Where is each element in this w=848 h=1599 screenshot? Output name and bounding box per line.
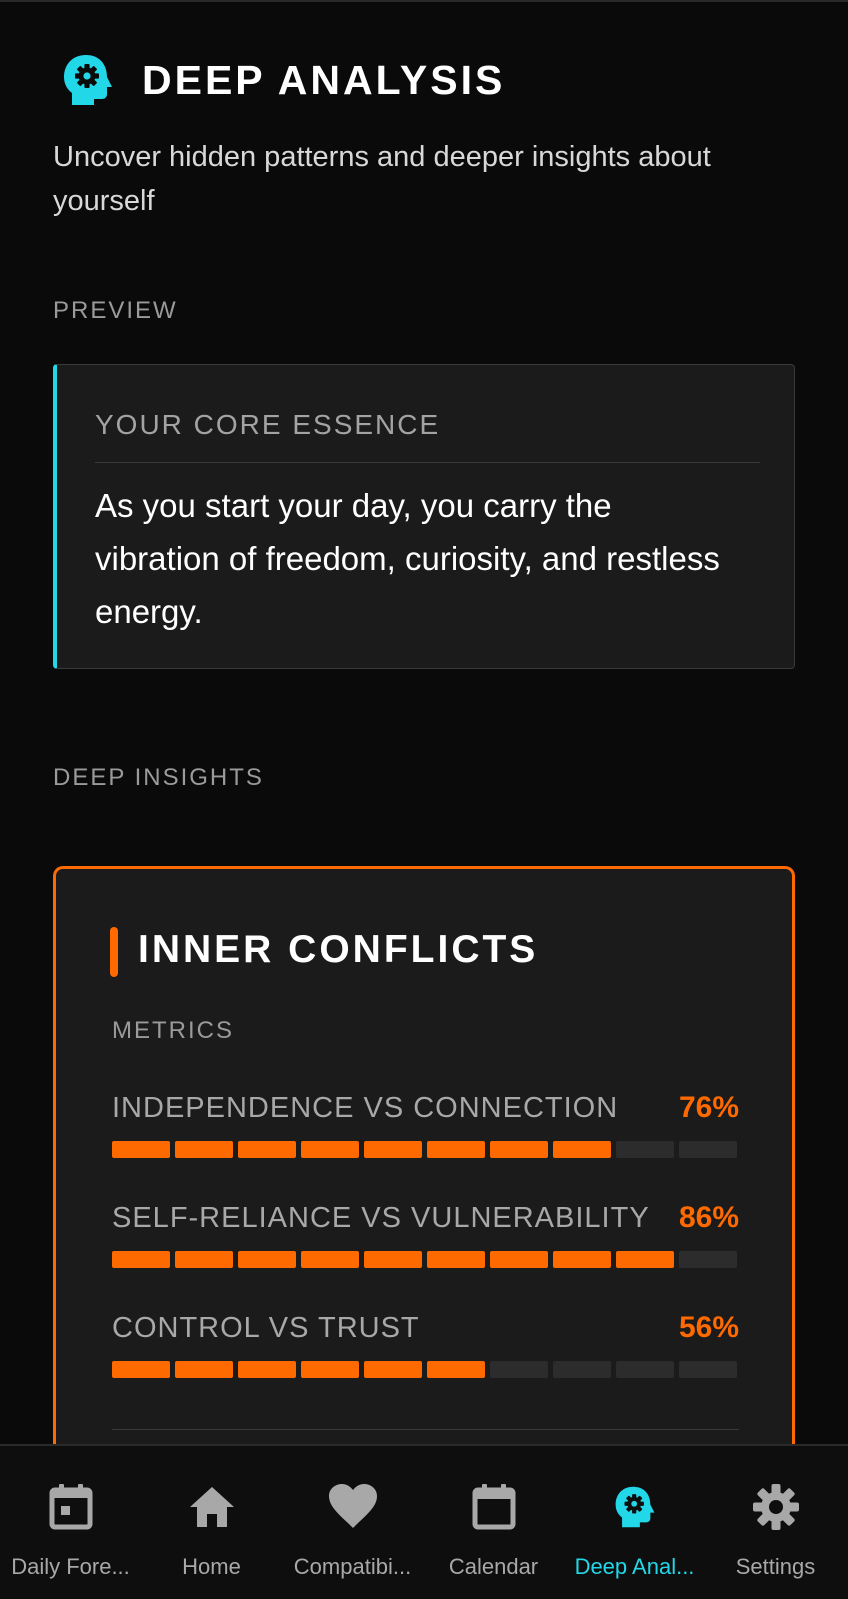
nav-label: Home [182, 1554, 241, 1579]
nav-label: Daily Fore... [11, 1554, 130, 1579]
bar-segment-filled [364, 1141, 422, 1158]
metric-independence-vs-connection: INDEPENDENCE VS CONNECTION 76% [112, 1091, 739, 1159]
nav-item-compatibility[interactable]: Compatibi... [282, 1446, 423, 1599]
bottom-navigation: Daily Fore... Home Compatibi... Calendar… [0, 1444, 848, 1599]
home-icon [189, 1487, 234, 1527]
core-essence-label: YOUR CORE ESSENCE [95, 409, 441, 440]
head-gear-icon [64, 55, 112, 105]
bar-segment-filled [364, 1251, 422, 1268]
bar-segment-empty [679, 1251, 737, 1268]
metrics-label: METRICS [112, 1017, 234, 1044]
bar-segment-filled [112, 1361, 170, 1378]
page-header: DEEP ANALYSIS [62, 52, 505, 108]
bar-segment-empty [616, 1361, 674, 1378]
bar-segment-empty [490, 1361, 548, 1378]
bar-segment-filled [490, 1141, 548, 1158]
page-subtitle: Uncover hidden patterns and deeper insig… [53, 141, 711, 217]
card-bottom-divider [112, 1429, 739, 1430]
bar-segment-filled [112, 1251, 170, 1268]
nav-item-home[interactable]: Home [141, 1446, 282, 1599]
metric-segment-bar [112, 1141, 739, 1159]
metric-value: 86% [678, 1201, 739, 1234]
nav-item-settings[interactable]: Settings [705, 1446, 846, 1599]
top-border [0, 0, 848, 2]
bar-segment-filled [427, 1361, 485, 1378]
deep-analysis-screen: DEEP ANALYSIS Uncover hidden patterns an… [0, 0, 848, 1599]
nav-item-daily-forecast[interactable]: Daily Fore... [0, 1446, 141, 1599]
bar-segment-filled [238, 1251, 296, 1268]
bar-segment-filled [238, 1361, 296, 1378]
metric-segment-bar [112, 1251, 739, 1269]
calendar-day-icon [49, 1484, 92, 1530]
nav-item-calendar[interactable]: Calendar [423, 1446, 564, 1599]
metric-value: 76% [678, 1091, 739, 1124]
nav-label: Compatibi... [293, 1554, 412, 1579]
inner-conflicts-title: INNER CONFLICTS [138, 928, 539, 971]
bar-segment-filled [112, 1141, 170, 1158]
bar-segment-filled [364, 1361, 422, 1378]
bar-segment-filled [616, 1251, 674, 1268]
card-divider [95, 462, 760, 463]
bar-segment-filled [301, 1141, 359, 1158]
bar-segment-empty [679, 1141, 737, 1158]
metric-label: CONTROL VS TRUST [112, 1312, 420, 1344]
bar-segment-empty [553, 1361, 611, 1378]
bar-segment-filled [427, 1141, 485, 1158]
preview-section-label: PREVIEW [53, 297, 178, 324]
metric-self-reliance-vs-vulnerability: SELF-RELIANCE VS VULNERABILITY 86% [112, 1201, 739, 1269]
deep-insights-section-label: DEEP INSIGHTS [53, 764, 264, 791]
bar-segment-filled [553, 1141, 611, 1158]
calendar-icon [472, 1484, 515, 1530]
metric-value: 56% [678, 1311, 739, 1344]
bar-segment-empty [616, 1141, 674, 1158]
core-essence-text: As you start your day, you carry the vib… [95, 487, 720, 630]
nav-label: Calendar [448, 1554, 539, 1579]
bar-segment-filled [175, 1141, 233, 1158]
nav-item-deep-analysis[interactable]: Deep Anal... [564, 1446, 705, 1599]
bar-segment-filled [427, 1251, 485, 1268]
bar-segment-filled [238, 1141, 296, 1158]
bar-segment-filled [175, 1251, 233, 1268]
inner-conflicts-card[interactable]: INNER CONFLICTS METRICS INDEPENDENCE VS … [53, 866, 795, 1486]
page-title: DEEP ANALYSIS [142, 56, 506, 103]
heart-icon [328, 1484, 377, 1528]
bar-segment-filled [175, 1361, 233, 1378]
head-gear-icon [615, 1486, 654, 1528]
metric-label: INDEPENDENCE VS CONNECTION [112, 1092, 619, 1124]
bar-segment-empty [679, 1361, 737, 1378]
bar-segment-filled [553, 1251, 611, 1268]
metric-control-vs-trust: CONTROL VS TRUST 56% [112, 1311, 739, 1379]
nav-label: Deep Anal... [574, 1554, 695, 1579]
bar-segment-filled [301, 1361, 359, 1378]
gear-icon [752, 1484, 799, 1530]
core-essence-card: YOUR CORE ESSENCE As you start your day,… [53, 364, 795, 669]
title-accent-bar [110, 927, 118, 977]
metric-segment-bar [112, 1361, 739, 1379]
bar-segment-filled [490, 1251, 548, 1268]
nav-label: Settings [735, 1554, 816, 1579]
metric-label: SELF-RELIANCE VS VULNERABILITY [112, 1202, 650, 1234]
bar-segment-filled [301, 1251, 359, 1268]
